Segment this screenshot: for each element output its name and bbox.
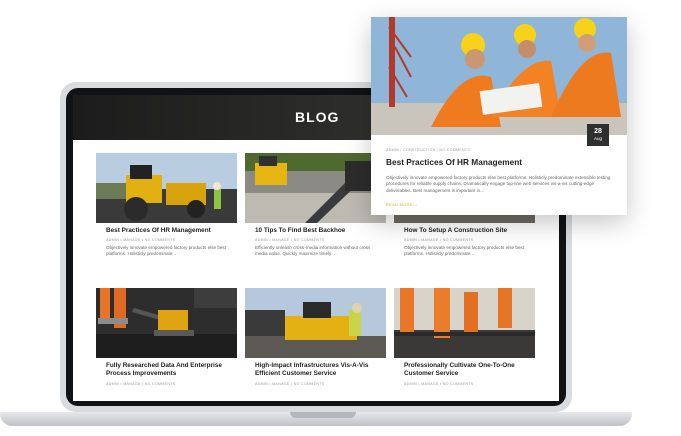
read-more-link[interactable]: READ MORE → — [386, 203, 418, 207]
post-title[interactable]: High-Impact Infrastructures Vis-A-Vis Ef… — [255, 362, 383, 378]
post-meta: ADMIN • MANAGE • NO COMMENTS — [404, 382, 474, 386]
blog-post-card[interactable]: Professionally Cultivate One-To-One Cust… — [394, 288, 535, 386]
featured-post-excerpt: Objectively innovate empowered factory p… — [386, 175, 611, 193]
post-meta: ADMIN • MANAGE • NO COMMENTS — [255, 238, 325, 242]
post-title[interactable]: Professionally Cultivate One-To-One Cust… — [404, 362, 532, 378]
laptop-notch — [290, 412, 356, 418]
date-badge: 28 Aug — [587, 124, 609, 146]
date-day: 28 — [594, 128, 602, 135]
post-thumbnail-road-workers[interactable] — [394, 288, 535, 358]
date-month: Aug — [593, 136, 602, 141]
post-meta: ADMIN • MANAGE • NO COMMENTS — [106, 382, 176, 386]
featured-post-meta: ADMIN / CONSTRUCTION / NO COMMENTS — [386, 148, 471, 152]
post-title[interactable]: Fully Researched Data And Enterprise Pro… — [106, 362, 234, 378]
post-thumbnail-plate-compactor[interactable] — [96, 288, 237, 358]
post-excerpt: Efficiently unleash cross-media informat… — [255, 245, 371, 257]
post-meta: ADMIN • MANAGE • NO COMMENTS — [255, 382, 325, 386]
post-meta: ADMIN • MANAGE • NO COMMENTS — [106, 238, 176, 242]
blog-post-card[interactable]: Best Practices Of HR Management ADMIN • … — [96, 153, 237, 256]
blog-post-card[interactable]: High-Impact Infrastructures Vis-A-Vis Ef… — [245, 288, 386, 386]
post-thumbnail-road-roller[interactable] — [96, 153, 237, 223]
blog-page-title: BLOG — [295, 109, 340, 125]
post-title[interactable]: How To Setup A Construction Site — [404, 227, 532, 235]
post-excerpt: Objectively innovate empowered factory p… — [106, 245, 227, 257]
post-thumbnail-asphalt-paver[interactable] — [245, 288, 386, 358]
post-thumbnail-paving[interactable] — [245, 153, 386, 223]
post-title[interactable]: 10 Tips To Find Best Backhoe — [255, 227, 383, 235]
post-title[interactable]: Best Practices Of HR Management — [106, 227, 234, 235]
blog-post-card[interactable]: 10 Tips To Find Best Backhoe ADMIN • MAN… — [245, 153, 386, 256]
featured-post-image[interactable] — [371, 17, 627, 135]
blog-post-card[interactable]: Fully Researched Data And Enterprise Pro… — [96, 288, 237, 386]
post-excerpt: Objectively innovate empowered factory p… — [404, 245, 525, 257]
featured-post-title[interactable]: Best Practices Of HR Management — [386, 157, 522, 167]
post-meta: ADMIN • MANAGE • NO COMMENTS — [404, 238, 474, 242]
